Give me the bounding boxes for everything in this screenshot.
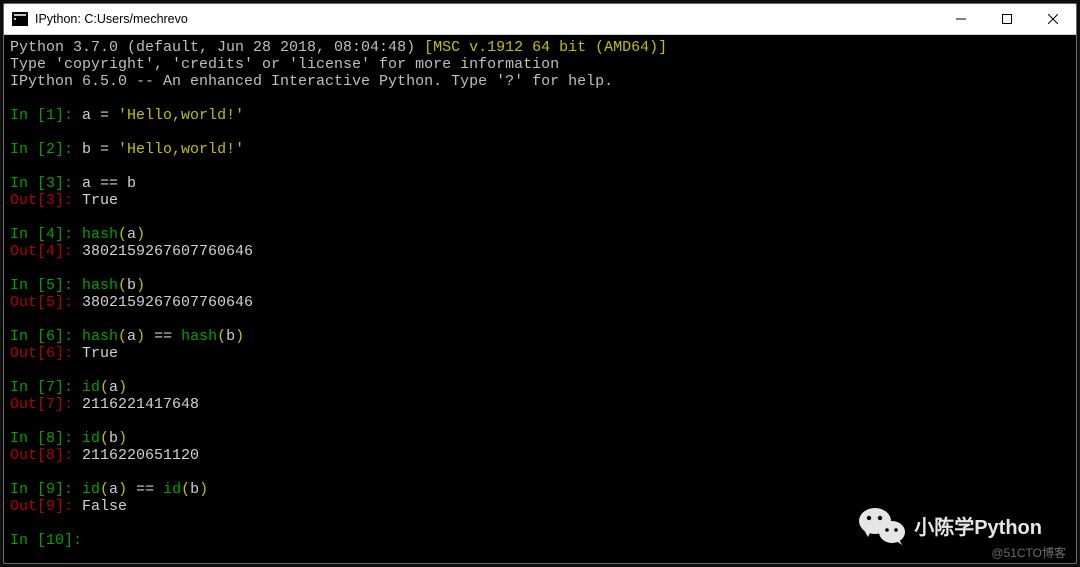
terminal-body[interactable]: Python 3.7.0 (default, Jun 28 2018, 08:0… [4, 35, 1076, 563]
in-prompt-6: In [6]: [10, 328, 82, 345]
in-prompt-10: In [10]: [10, 532, 91, 549]
minimize-button[interactable] [938, 4, 984, 34]
out-prompt-6: Out[6]: [10, 345, 82, 362]
window-frame: IPython: C:Users/mechrevo Python 3.7.0 (… [3, 3, 1077, 564]
close-button[interactable] [1030, 4, 1076, 34]
ipython-version-line: IPython 6.5.0 -- An enhanced Interactive… [10, 73, 613, 90]
copyright-line: Type 'copyright', 'credits' or 'license'… [10, 56, 559, 73]
maximize-button[interactable] [984, 4, 1030, 34]
titlebar[interactable]: IPython: C:Users/mechrevo [4, 4, 1076, 35]
in-prompt-8: In [8]: [10, 430, 82, 447]
in-prompt-3: In [3]: [10, 175, 82, 192]
in-prompt-2: In [2]: [10, 141, 82, 158]
in-prompt-5: In [5]: [10, 277, 82, 294]
in-prompt-4: In [4]: [10, 226, 82, 243]
out-prompt-3: Out[3]: [10, 192, 82, 209]
app-icon [12, 11, 28, 27]
out-prompt-9: Out[9]: [10, 498, 82, 515]
in-prompt-7: In [7]: [10, 379, 82, 396]
in-prompt-9: In [9]: [10, 481, 82, 498]
out-prompt-4: Out[4]: [10, 243, 82, 260]
in-prompt-1: In [1]: [10, 107, 82, 124]
python-version-line: Python 3.7.0 (default, Jun 28 2018, 08:0… [10, 39, 667, 56]
window-controls [938, 4, 1076, 34]
out-prompt-8: Out[8]: [10, 447, 82, 464]
out-prompt-7: Out[7]: [10, 396, 82, 413]
out-prompt-5: Out[5]: [10, 294, 82, 311]
window-title: IPython: C:Users/mechrevo [35, 12, 188, 26]
